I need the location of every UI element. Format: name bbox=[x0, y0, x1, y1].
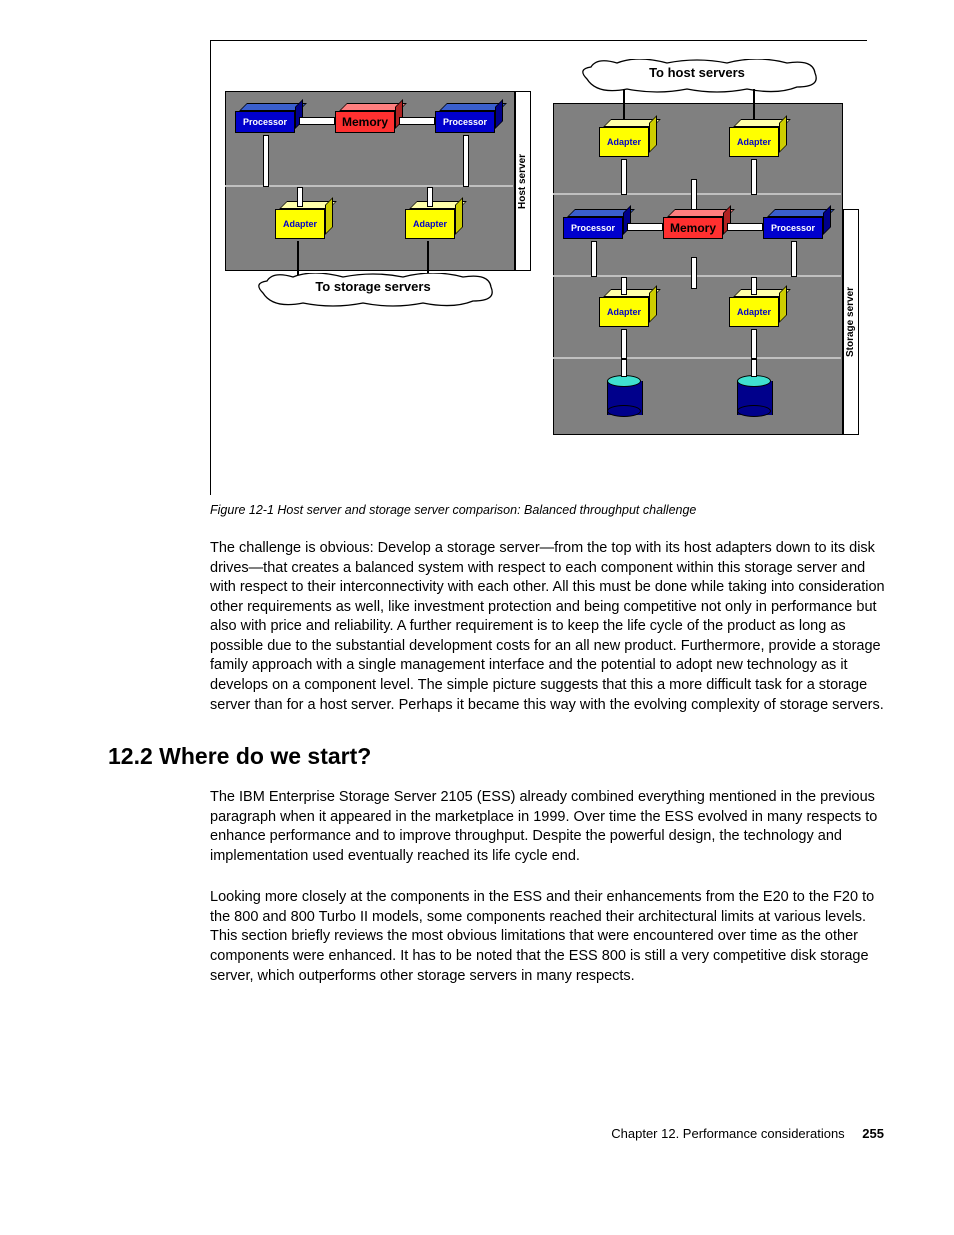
adapter-label: Adapter bbox=[729, 127, 779, 157]
host-vertical-label: Host server bbox=[515, 91, 531, 271]
to-storage-cloud: To storage servers bbox=[253, 273, 493, 307]
drop bbox=[427, 187, 433, 207]
drop bbox=[791, 241, 797, 277]
cloud-label: To storage servers bbox=[315, 279, 430, 294]
paragraph-3: Looking more closely at the components i… bbox=[210, 888, 894, 986]
drop bbox=[751, 329, 757, 359]
processor-label: Processor bbox=[435, 111, 495, 133]
section-heading: 12.2 Where do we start? bbox=[108, 743, 894, 770]
host-conn bbox=[399, 117, 435, 125]
line bbox=[753, 89, 760, 119]
drop bbox=[691, 179, 697, 211]
host-adapter-left: Adapter bbox=[275, 209, 325, 239]
adapter-label: Adapter bbox=[599, 297, 649, 327]
storage-bus bbox=[553, 357, 841, 359]
host-memory: Memory bbox=[335, 111, 395, 133]
adapter-label: Adapter bbox=[405, 209, 455, 239]
drop bbox=[751, 159, 757, 195]
processor-label: Processor bbox=[763, 217, 823, 239]
page-footer: Chapter 12. Performance considerations 2… bbox=[60, 1126, 894, 1141]
drop bbox=[297, 187, 303, 207]
diagram: Processor Memory Processor Adapter bbox=[219, 57, 859, 487]
processor-label: Processor bbox=[235, 111, 295, 133]
storage-vertical-label: Storage server bbox=[843, 209, 859, 435]
storage-adapter-bot-left: Adapter bbox=[599, 297, 649, 327]
to-hosts-cloud: To host servers bbox=[577, 59, 817, 93]
memory-label: Memory bbox=[663, 217, 723, 239]
drop bbox=[621, 359, 627, 377]
paragraph-1: The challenge is obvious: Develop a stor… bbox=[210, 539, 894, 715]
disk-icon bbox=[607, 375, 641, 415]
storage-adapter-bot-right: Adapter bbox=[729, 297, 779, 327]
host-processor-right: Processor bbox=[435, 111, 495, 133]
adapter-label: Adapter bbox=[275, 209, 325, 239]
adapter-label: Adapter bbox=[729, 297, 779, 327]
drop bbox=[751, 277, 757, 295]
adapter-down-line bbox=[297, 241, 304, 275]
drop bbox=[621, 329, 627, 359]
chapter-ref: Chapter 12. Performance considerations bbox=[611, 1126, 844, 1141]
storage-memory: Memory bbox=[663, 217, 723, 239]
adapter-label: Adapter bbox=[599, 127, 649, 157]
page: Processor Memory Processor Adapter bbox=[0, 0, 954, 1171]
storage-processor-left: Processor bbox=[563, 217, 623, 239]
storage-processor-right: Processor bbox=[763, 217, 823, 239]
figure-12-1: Processor Memory Processor Adapter bbox=[210, 40, 867, 495]
cloud-label: To host servers bbox=[649, 65, 745, 80]
drop bbox=[621, 277, 627, 295]
memory-label: Memory bbox=[335, 111, 395, 133]
storage-bus bbox=[553, 193, 841, 195]
host-adapter-right: Adapter bbox=[405, 209, 455, 239]
storage-conn bbox=[727, 223, 763, 231]
line bbox=[623, 89, 630, 119]
drop bbox=[463, 135, 469, 187]
disk-icon bbox=[737, 375, 771, 415]
drop bbox=[591, 241, 597, 277]
storage-adapter-top-left: Adapter bbox=[599, 127, 649, 157]
paragraph-2: The IBM Enterprise Storage Server 2105 (… bbox=[210, 788, 894, 866]
processor-label: Processor bbox=[563, 217, 623, 239]
drop bbox=[751, 359, 757, 377]
storage-adapter-top-right: Adapter bbox=[729, 127, 779, 157]
figure-caption: Figure 12-1 Host server and storage serv… bbox=[210, 503, 894, 517]
page-number: 255 bbox=[862, 1126, 884, 1141]
adapter-down-line bbox=[427, 241, 434, 275]
host-processor-left: Processor bbox=[235, 111, 295, 133]
drop bbox=[263, 135, 269, 187]
drop bbox=[621, 159, 627, 195]
host-conn bbox=[299, 117, 335, 125]
storage-conn bbox=[627, 223, 663, 231]
drop bbox=[691, 257, 697, 289]
